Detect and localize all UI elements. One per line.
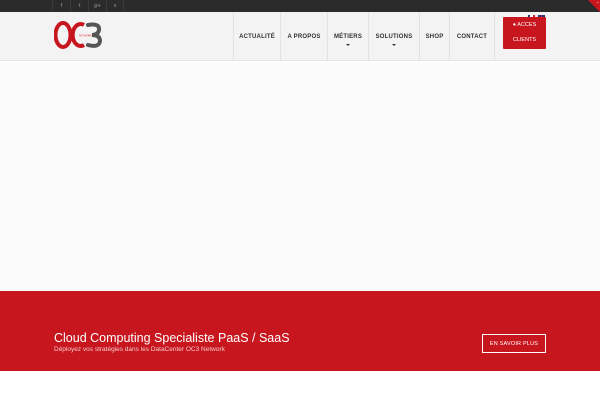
banner-subtitle: Déployez vos stratégies dans les DataCen…	[54, 346, 225, 353]
social-topbar: f t g+ s –	[0, 0, 600, 12]
facebook-icon[interactable]: f	[52, 0, 70, 12]
skype-icon[interactable]: s	[106, 0, 124, 12]
user-icon: ●	[512, 22, 517, 28]
nav-shop[interactable]: SHOP	[419, 12, 449, 61]
clients-label: CLIENTS	[512, 37, 537, 43]
nav-metiers[interactable]: MÉTIERS	[327, 12, 368, 61]
oc3-logo[interactable]: NETWORK	[54, 19, 104, 51]
banner-title: Cloud Computing Specialiste PaaS / SaaS	[54, 331, 290, 345]
nav-contact[interactable]: CONTACT	[449, 12, 495, 61]
twitter-icon[interactable]: t	[70, 0, 88, 12]
main-nav: ACTUALITÉ A PROPOS MÉTIERS SOLUTIONS SHO…	[233, 12, 495, 61]
nav-label: SHOP	[425, 33, 444, 40]
minus-icon: –	[596, 0, 600, 6]
learn-more-button[interactable]: EN SAVOIR PLUS	[482, 334, 546, 353]
svg-text:NETWORK: NETWORK	[79, 35, 92, 38]
client-access-button[interactable]: ● ACCES CLIENTS	[503, 17, 546, 49]
nav-label: A PROPOS	[287, 33, 321, 40]
nav-label: MÉTIERS	[333, 33, 363, 40]
nav-solutions[interactable]: SOLUTIONS	[368, 12, 419, 61]
page-bottom	[0, 371, 600, 400]
nav-label: CONTACT	[456, 33, 488, 40]
nav-a-propos[interactable]: A PROPOS	[280, 12, 327, 61]
promo-banner: Cloud Computing Specialiste PaaS / SaaS …	[0, 291, 600, 371]
acces-label: ● ACCES	[512, 22, 537, 28]
google-plus-icon[interactable]: g+	[88, 0, 106, 12]
chevron-down-icon	[346, 44, 350, 46]
hero-slider[interactable]	[0, 62, 600, 291]
nav-label: SOLUTIONS	[375, 33, 413, 40]
nav-label: ACTUALITÉ	[239, 33, 275, 40]
chevron-down-icon	[392, 44, 396, 46]
nav-actualite[interactable]: ACTUALITÉ	[233, 12, 280, 61]
